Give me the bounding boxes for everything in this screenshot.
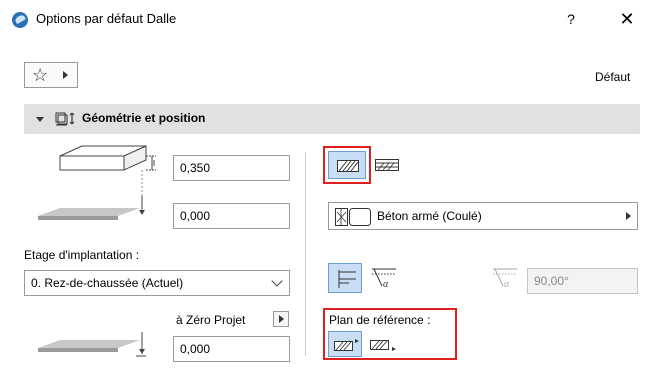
slab-thickness-icon — [59, 145, 156, 202]
custom-angle-edge-icon[interactable]: α — [370, 266, 398, 292]
chevron-right-icon — [279, 315, 284, 323]
project-zero-icon — [38, 332, 146, 357]
project-zero-input[interactable]: 0,000 — [173, 336, 290, 362]
reference-plane-label: Plan de référence : — [329, 313, 431, 327]
star-icon: ☆ — [32, 65, 49, 85]
project-zero-label: à Zéro Projet — [176, 313, 246, 327]
hatch-fill-icon — [337, 160, 359, 172]
basic-structure-toggle[interactable] — [328, 151, 366, 179]
reference-top-icon — [334, 339, 359, 351]
favorites-button[interactable]: ☆ — [24, 62, 78, 88]
chevron-right-icon — [63, 71, 68, 79]
chevron-right-icon — [626, 212, 631, 220]
svg-text:α: α — [383, 279, 389, 290]
thickness-input[interactable]: 0,350 — [173, 155, 290, 181]
perpendicular-edge-toggle[interactable] — [328, 263, 362, 293]
default-label: Défaut — [595, 70, 631, 84]
project-zero-button[interactable] — [273, 311, 289, 327]
section-header[interactable]: Géométrie et position — [24, 104, 640, 134]
app-logo-icon — [12, 12, 28, 28]
story-dropdown-value: 0. Rez-de-chaussée (Actuel) — [31, 276, 184, 290]
window-title: Options par défaut Dalle — [36, 11, 177, 26]
column-divider — [305, 152, 306, 356]
chevron-down-icon — [271, 275, 283, 287]
edge-angle-input[interactable]: 90,00° — [527, 268, 638, 294]
edge-angle-icon: α — [493, 268, 517, 290]
offset-input[interactable]: 0,000 — [173, 203, 290, 229]
reference-bottom-icon[interactable] — [370, 337, 400, 353]
slab-offset-icon — [38, 196, 145, 220]
geometry-position-icon — [55, 112, 75, 126]
svg-text:α: α — [504, 279, 510, 290]
close-button[interactable]: ✕ — [615, 8, 639, 30]
composite-structure-icon[interactable] — [375, 159, 399, 171]
title-bar: Options par défaut Dalle ? ✕ — [0, 0, 652, 38]
perpendicular-edge-icon — [338, 270, 356, 288]
reference-plane-top-toggle[interactable] — [328, 331, 362, 357]
building-material-icon — [335, 208, 371, 226]
section-title: Géométrie et position — [82, 111, 206, 125]
collapse-triangle-icon[interactable] — [36, 117, 44, 122]
material-selector[interactable]: Béton armé (Coulé) — [328, 202, 638, 230]
story-label: Etage d'implantation : — [24, 248, 140, 262]
story-dropdown[interactable]: 0. Rez-de-chaussée (Actuel) — [24, 270, 290, 296]
help-button[interactable]: ? — [561, 8, 581, 30]
material-name: Béton armé (Coulé) — [377, 209, 482, 223]
